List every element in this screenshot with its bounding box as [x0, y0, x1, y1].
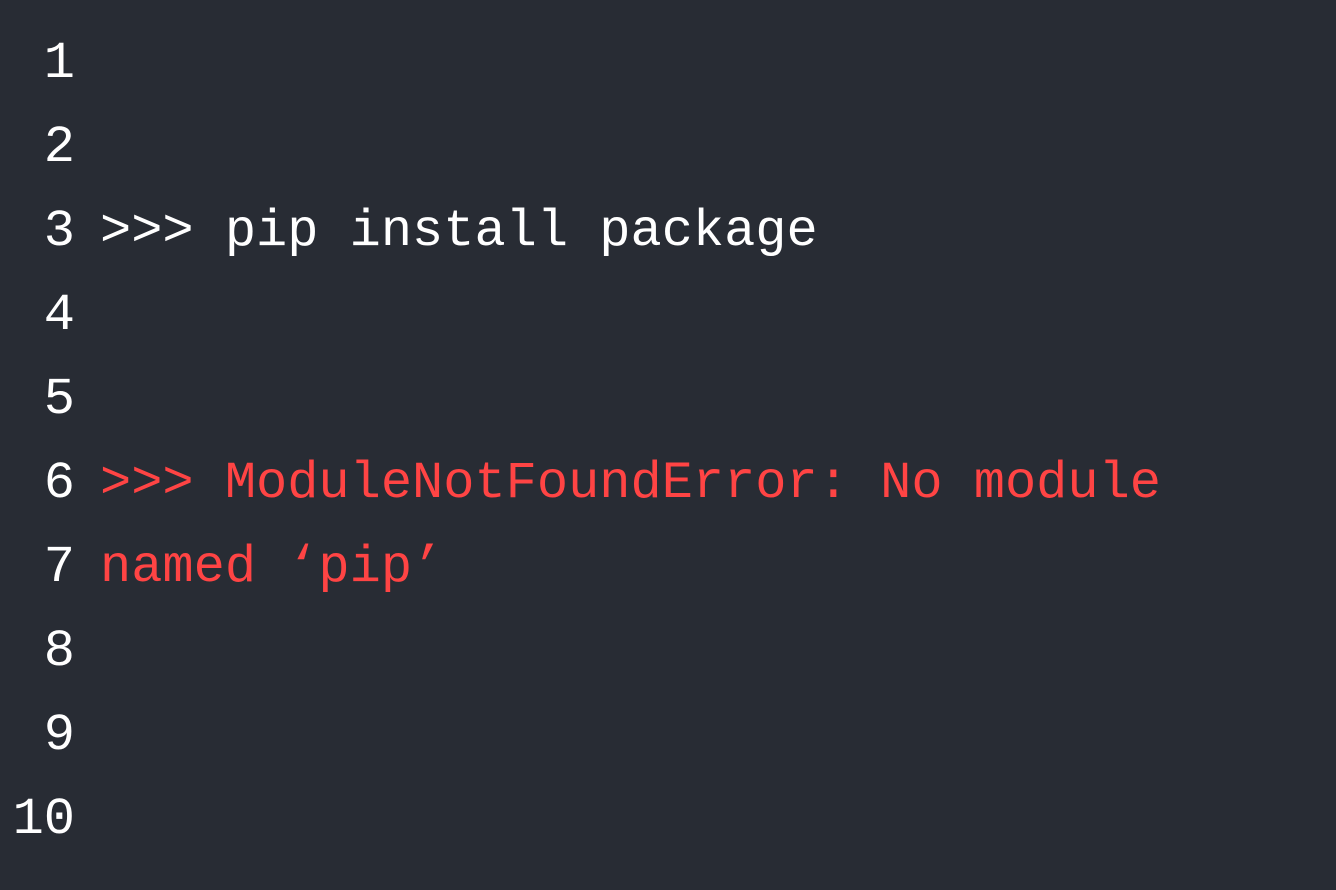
code-line-blank [100, 274, 1306, 358]
line-number: 4 [0, 274, 100, 358]
code-line-blank [100, 694, 1306, 778]
code-line-blank [100, 610, 1306, 694]
line-number: 10 [0, 778, 100, 862]
line-number: 9 [0, 694, 100, 778]
code-line-command: >>> pip install package [100, 190, 1306, 274]
code-line-blank [100, 22, 1306, 106]
code-line-blank [100, 358, 1306, 442]
line-number: 8 [0, 610, 100, 694]
line-number: 7 [0, 526, 100, 610]
line-number: 3 [0, 190, 100, 274]
code-line-blank [100, 778, 1306, 862]
line-number: 6 [0, 442, 100, 526]
line-number-gutter: 1 2 3 4 5 6 7 8 9 10 [0, 0, 100, 890]
code-line-error: >>> ModuleNotFoundError: No module named… [100, 442, 1306, 610]
line-number: 5 [0, 358, 100, 442]
editor-area[interactable]: >>> pip install package >>> ModuleNotFou… [100, 0, 1336, 890]
code-line-blank [100, 106, 1306, 190]
line-number: 1 [0, 22, 100, 106]
line-number: 2 [0, 106, 100, 190]
